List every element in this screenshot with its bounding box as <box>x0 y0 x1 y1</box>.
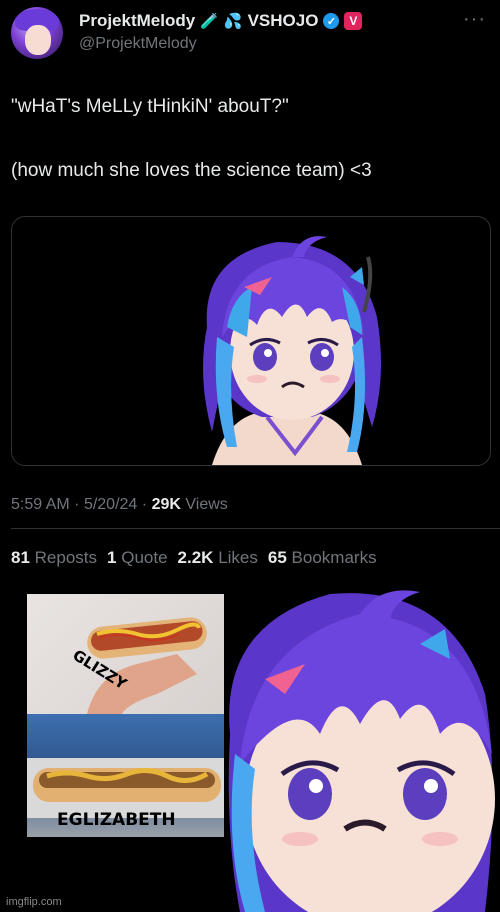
avatar-face <box>25 25 51 55</box>
name-row: ProjektMelody 🧪 💦 VSHOJO ✓ V <box>79 10 363 32</box>
meta-separator: · <box>74 496 80 513</box>
tweet-text-line-1: "wHaT's MeLLy tHinkiN' abouT?" <box>11 96 289 117</box>
glizzy-panel: GLIZZY <box>27 594 224 714</box>
verified-badge-icon[interactable]: ✓ <box>323 13 340 29</box>
reposts-count: 81 <box>11 548 30 567</box>
likes-label: Likes <box>218 548 258 567</box>
views-count: 29K <box>151 496 181 513</box>
bottom-caption: EGLIZABETH <box>57 810 176 830</box>
sweat-droplets-emoji-icon: 💦 <box>223 12 243 30</box>
eglizabeth-panel: EGLIZABETH <box>27 714 224 837</box>
quotes-label: Quote <box>121 548 168 567</box>
vtuber-avatar-illustration <box>203 236 381 465</box>
vtuber-closeup-illustration <box>228 590 495 912</box>
hotdog-hand-illustration <box>87 617 207 714</box>
profile-avatar[interactable] <box>11 7 63 59</box>
quotes-stat[interactable]: 1 Quote <box>107 548 168 568</box>
tweet-date[interactable]: 5/20/24 <box>84 496 137 513</box>
affiliation-name: VSHOJO <box>247 11 319 30</box>
reposts-stat[interactable]: 81 Reposts <box>11 548 97 568</box>
meme-image: GLIZZY EGLIZABETH imgflip.com <box>0 584 500 912</box>
tweet: ProjektMelody 🧪 💦 VSHOJO ✓ V @ProjektMel… <box>0 0 500 584</box>
quotes-count: 1 <box>107 548 117 567</box>
imgflip-watermark: imgflip.com <box>6 896 62 908</box>
reposts-label: Reposts <box>34 548 98 567</box>
bookmarks-stat[interactable]: 65 Bookmarks <box>268 548 377 568</box>
likes-stat[interactable]: 2.2K Likes <box>178 548 258 568</box>
tweet-meta: 5:59 AM · 5/20/24 · 29K Views <box>11 496 228 514</box>
more-options-icon[interactable]: ··· <box>463 8 486 31</box>
tweet-media-image[interactable] <box>11 216 491 466</box>
divider <box>11 528 500 529</box>
tweet-stats: 81 Reposts 1 Quote 2.2K Likes 65 Bookmar… <box>11 548 377 568</box>
views-label: Views <box>185 496 228 513</box>
tweet-time[interactable]: 5:59 AM <box>11 496 70 513</box>
meta-separator: · <box>141 496 148 513</box>
bookmarks-count: 65 <box>267 548 287 567</box>
display-name[interactable]: ProjektMelody <box>79 11 195 31</box>
tweet-text-line-2: (how much she loves the science team) <3 <box>11 160 372 181</box>
likes-count: 2.2K <box>177 548 214 567</box>
bookmarks-label: Bookmarks <box>291 548 377 567</box>
affiliate-badge-icon[interactable]: V <box>344 12 363 30</box>
test-tube-emoji-icon: 🧪 <box>200 12 219 30</box>
user-handle[interactable]: @ProjektMelody <box>79 35 197 53</box>
